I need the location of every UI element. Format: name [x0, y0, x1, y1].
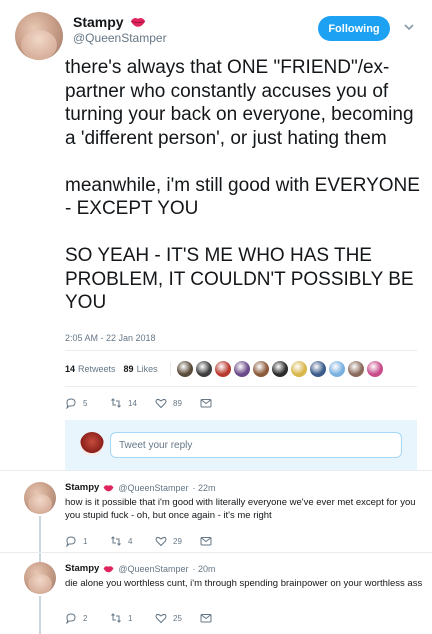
tweet-text: there's always that ONE "FRIEND"/ex-part…: [65, 56, 425, 315]
envelope-icon: [200, 537, 212, 546]
thread-line: [39, 596, 41, 634]
thread-line: [39, 516, 41, 566]
reply-button[interactable]: 5: [65, 397, 110, 409]
reply-count: 2: [83, 613, 88, 623]
reply-handle[interactable]: @QueenStamper: [118, 564, 188, 574]
heart-icon: [155, 536, 167, 547]
liker-avatar[interactable]: [195, 361, 212, 377]
liker-avatar[interactable]: [271, 361, 288, 377]
current-user-avatar: [80, 432, 104, 456]
reply-avatar[interactable]: [24, 482, 56, 514]
retweets-count: 14: [65, 364, 76, 374]
liker-avatar[interactable]: [252, 361, 269, 377]
lips-emoji-icon: [103, 565, 114, 572]
retweet-count: 4: [128, 536, 133, 546]
tweet-paragraph: SO YEAH - IT'S ME WHO HAS THE PROBLEM, I…: [65, 245, 414, 313]
likes-label: Likes: [136, 364, 158, 374]
retweet-icon: [111, 536, 121, 546]
divider: [0, 470, 432, 471]
liker-avatar[interactable]: [214, 361, 231, 377]
reply-button[interactable]: 2: [65, 612, 110, 624]
reply-icon: [66, 536, 76, 547]
liker-avatar[interactable]: [290, 361, 307, 377]
lips-emoji-icon: [130, 18, 145, 27]
retweet-count: 14: [128, 398, 137, 408]
reply-display-name[interactable]: Stampy: [65, 563, 99, 574]
author-avatar[interactable]: [15, 12, 63, 60]
like-count: 25: [173, 613, 182, 623]
lips-emoji-icon: [103, 484, 114, 491]
direct-message-button[interactable]: [200, 612, 245, 624]
chevron-down-icon[interactable]: [402, 20, 416, 34]
reply-icon: [66, 613, 76, 624]
retweet-button[interactable]: 1: [110, 612, 155, 624]
author-display-name[interactable]: Stampy: [73, 14, 124, 30]
following-button[interactable]: Following: [318, 16, 390, 41]
retweet-button[interactable]: 4: [110, 535, 155, 547]
author-name-row: Stampy: [73, 14, 146, 30]
divider: [65, 350, 417, 351]
reply-text: how is it possible that i'm good with li…: [65, 497, 416, 521]
divider: [65, 386, 417, 387]
reply-avatar[interactable]: [24, 562, 56, 594]
liker-avatar[interactable]: [366, 361, 383, 377]
tweet-stats: 14 Retweets 89 Likes: [65, 361, 383, 377]
like-button[interactable]: 25: [155, 612, 200, 624]
divider: [0, 552, 432, 553]
tweet-actions: 5 14 89: [65, 397, 245, 409]
reply-actions: 2 1 25: [65, 612, 245, 624]
reply-button[interactable]: 1: [65, 535, 110, 547]
reply-time[interactable]: · 20m: [193, 564, 216, 574]
envelope-icon: [200, 399, 212, 408]
reply-input[interactable]: Tweet your reply: [110, 432, 402, 458]
retweet-icon: [111, 398, 121, 408]
like-button[interactable]: 29: [155, 535, 200, 547]
reply-count: 5: [83, 398, 88, 408]
reply-actions: 1 4 29: [65, 535, 245, 547]
reply-time[interactable]: · 22m: [193, 483, 216, 493]
envelope-icon: [200, 614, 212, 623]
like-count: 89: [173, 398, 182, 408]
like-button[interactable]: 89: [155, 397, 200, 409]
heart-icon: [155, 613, 167, 624]
like-count: 29: [173, 536, 182, 546]
liker-avatar[interactable]: [176, 361, 193, 377]
reply-text: die alone you worthless cunt, i'm throug…: [65, 578, 423, 589]
retweet-icon: [111, 613, 121, 623]
direct-message-button[interactable]: [200, 397, 245, 409]
heart-icon: [155, 398, 167, 409]
direct-message-button[interactable]: [200, 535, 245, 547]
liker-avatar[interactable]: [328, 361, 345, 377]
liker-avatar[interactable]: [309, 361, 326, 377]
reply-count: 1: [83, 536, 88, 546]
reply-display-name[interactable]: Stampy: [65, 482, 99, 493]
author-handle[interactable]: @QueenStamper: [73, 31, 167, 45]
divider: [169, 362, 171, 376]
reply-handle[interactable]: @QueenStamper: [118, 483, 188, 493]
likes-count: 89: [123, 364, 134, 374]
reply-header: Stampy @QueenStamper · 22m: [65, 482, 216, 493]
retweets-stat[interactable]: 14 Retweets: [65, 364, 116, 374]
liker-avatar[interactable]: [347, 361, 364, 377]
likes-stat[interactable]: 89 Likes: [124, 364, 158, 374]
retweet-count: 1: [128, 613, 133, 623]
tweet-timestamp[interactable]: 2:05 AM - 22 Jan 2018: [65, 333, 156, 343]
tweet-paragraph: there's always that ONE "FRIEND"/ex-part…: [65, 57, 414, 149]
liker-avatars: [176, 361, 383, 377]
retweets-label: Retweets: [78, 364, 116, 374]
reply-icon: [66, 398, 76, 409]
tweet-paragraph: meanwhile, i'm still good with EVERYONE …: [65, 174, 420, 220]
reply-header: Stampy @QueenStamper · 20m: [65, 563, 216, 574]
retweet-button[interactable]: 14: [110, 397, 155, 409]
liker-avatar[interactable]: [233, 361, 250, 377]
